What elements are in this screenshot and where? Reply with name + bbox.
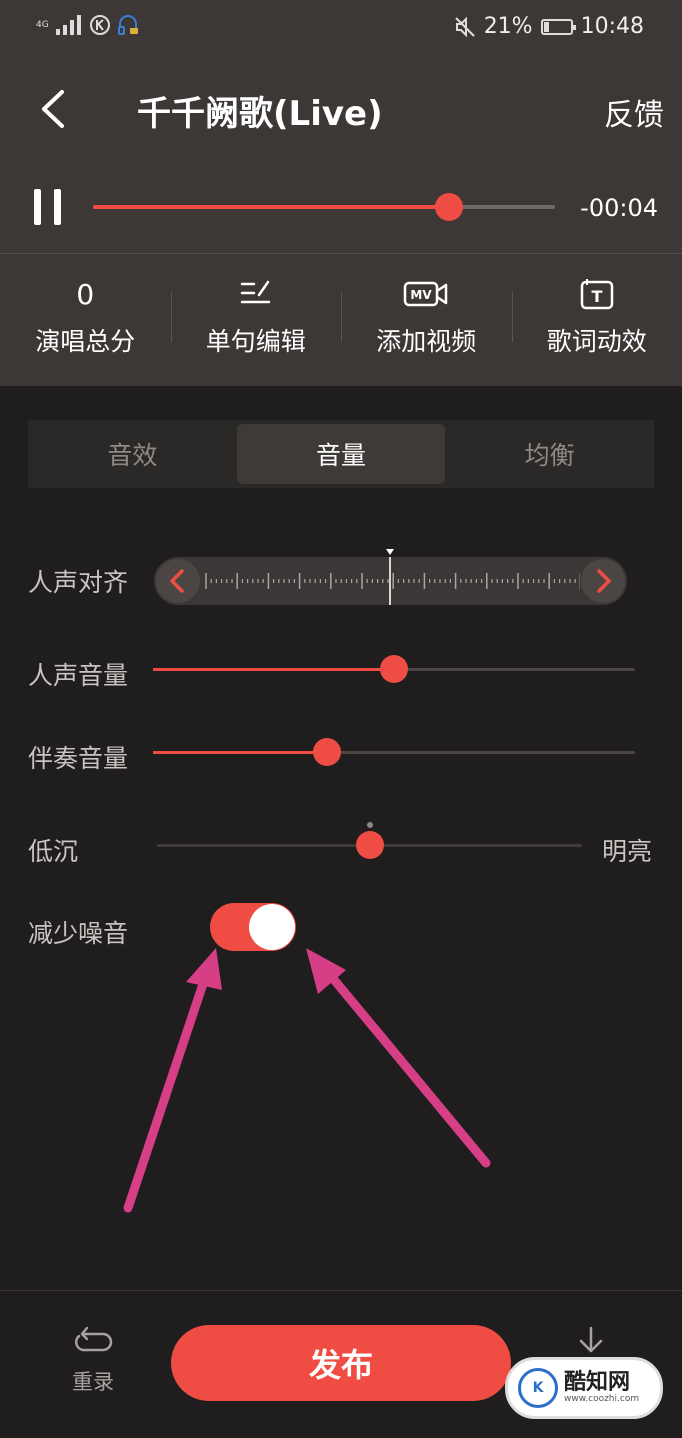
annotation-arrow-right — [321, 965, 491, 1168]
download-icon — [579, 1326, 603, 1353]
annotation-arrow-left — [123, 970, 211, 1213]
watermark-name: 酷知网 — [564, 1370, 631, 1395]
rerecord-icon — [74, 1326, 113, 1352]
annotation-arrows — [123, 948, 491, 1213]
arrowhead-left — [186, 948, 222, 990]
watermark-logo: K 酷知网 www.coozhi.com — [505, 1357, 663, 1419]
publish-button[interactable]: 发布 — [171, 1325, 511, 1401]
watermark-icon: K — [518, 1368, 558, 1408]
bottom-divider — [0, 1290, 682, 1291]
rerecord-button[interactable]: 重录 — [56, 1326, 130, 1396]
rerecord-label: 重录 — [72, 1370, 114, 1394]
watermark-url: www.coozhi.com — [564, 1394, 640, 1404]
